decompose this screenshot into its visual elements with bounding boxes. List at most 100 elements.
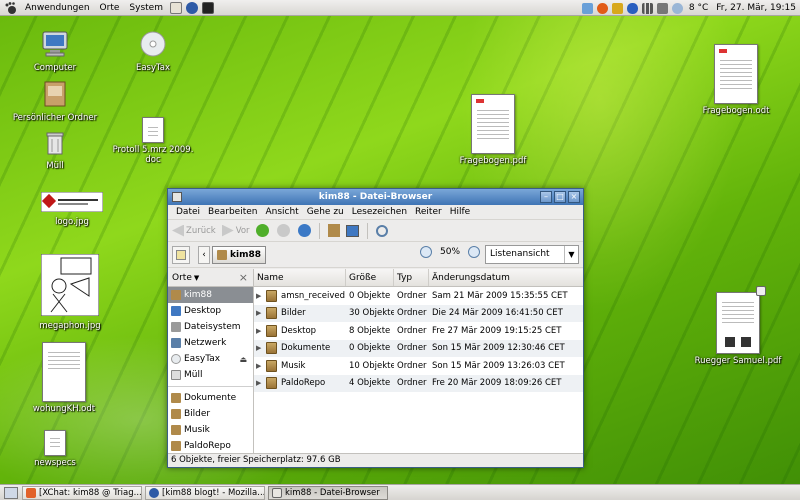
- update-tray-icon[interactable]: [611, 2, 623, 14]
- column-header-type[interactable]: Typ: [394, 269, 429, 286]
- forward-button[interactable]: Vor: [221, 224, 250, 237]
- menu-system[interactable]: System: [124, 0, 168, 16]
- reload-icon[interactable]: [297, 224, 311, 237]
- bluetooth-tray-icon[interactable]: [626, 2, 638, 14]
- desktop-icon-fragebogen-odt[interactable]: Fragebogen.odt: [686, 44, 786, 116]
- up-arrow-icon[interactable]: [255, 224, 269, 237]
- sidebar-item-kim88[interactable]: kim88: [168, 287, 253, 303]
- desktop-icon-easytax[interactable]: EasyTax: [103, 30, 203, 73]
- desktop-icon-megaphon[interactable]: megaphon.jpg: [20, 253, 120, 331]
- table-row[interactable]: ▶ Dokumente 0 Objekte Ordner Son 15 Mär 2…: [254, 339, 583, 357]
- breadcrumb-left-button[interactable]: ‹: [198, 245, 210, 264]
- close-sidebar-icon[interactable]: ×: [239, 271, 248, 284]
- home-folder-icon: [217, 249, 227, 260]
- expander-icon[interactable]: ▶: [256, 344, 264, 352]
- show-desktop-icon[interactable]: [4, 486, 18, 499]
- column-header-size[interactable]: Größe: [346, 269, 394, 286]
- gnome-foot-icon[interactable]: [4, 1, 18, 15]
- column-header-date[interactable]: Änderungsdatum: [429, 269, 581, 286]
- logo-thumbnail-icon: [40, 191, 104, 213]
- clock[interactable]: Fr, 27. Mär, 19:15: [712, 0, 800, 16]
- menu-tabs[interactable]: Reiter: [411, 207, 446, 217]
- table-row[interactable]: ▶ PaldoRepo 4 Objekte Ordner Fre 20 Mär 2…: [254, 374, 583, 392]
- close-button[interactable]: ×: [568, 191, 580, 203]
- sidebar-item-filesystem[interactable]: Dateisystem: [168, 319, 253, 335]
- home-launcher-icon[interactable]: [169, 1, 182, 14]
- desktop-icon-label: megaphon.jpg: [39, 321, 101, 331]
- sidebar-item-network[interactable]: Netzwerk: [168, 335, 253, 351]
- volume-tray-icon[interactable]: [656, 2, 668, 14]
- menu-view[interactable]: Ansicht: [261, 207, 302, 217]
- maximize-button[interactable]: □: [554, 191, 566, 203]
- view-mode-select[interactable]: Listenansicht ▼: [485, 245, 579, 264]
- task-file-browser[interactable]: kim88 - Datei-Browser: [268, 485, 388, 500]
- task-firefox[interactable]: [kim88 blogt! - Mozilla...: [145, 485, 265, 500]
- terminal-launcher-icon[interactable]: [201, 1, 214, 14]
- table-row[interactable]: ▶ Desktop 8 Objekte Ordner Fre 27 Mär 200…: [254, 322, 583, 340]
- desktop-icon-trash[interactable]: Müll: [5, 130, 105, 171]
- table-row[interactable]: ▶ amsn_received 0 Objekte Ordner Sam 21 M…: [254, 287, 583, 305]
- sidebar-item-documents[interactable]: Dokumente: [168, 390, 253, 406]
- status-bar: 6 Objekte, freier Speicherplatz: 97.6 GB: [168, 453, 583, 467]
- weather-icon: [671, 2, 683, 14]
- temperature[interactable]: 8 °C: [685, 0, 712, 16]
- stop-icon[interactable]: [276, 224, 290, 237]
- monitor-tray-icon[interactable]: [581, 2, 593, 14]
- desktop-icon-computer[interactable]: Computer: [5, 30, 105, 73]
- zoom-out-icon[interactable]: [420, 246, 432, 258]
- window-titlebar[interactable]: kim88 - Datei-Browser – □ ×: [168, 189, 583, 205]
- computer-icon[interactable]: [345, 224, 359, 237]
- home-icon[interactable]: [327, 224, 340, 237]
- sidebar-item-pictures[interactable]: Bilder: [168, 406, 253, 422]
- expander-icon[interactable]: ▶: [256, 362, 264, 370]
- odt-thumbnail-icon: [714, 44, 758, 104]
- sidebar-item-label: Netzwerk: [184, 338, 227, 348]
- table-row[interactable]: ▶ Musik 10 Objekte Ordner Son 15 Mär 2009…: [254, 357, 583, 375]
- firefox-launcher-icon[interactable]: [185, 1, 198, 14]
- search-icon[interactable]: [375, 224, 388, 237]
- toggle-location-button[interactable]: [172, 245, 190, 264]
- zoom-in-icon[interactable]: [468, 246, 481, 258]
- desktop-icon-ruegger[interactable]: Ruegger Samuel.pdf: [688, 286, 788, 366]
- chevron-down-icon: ▼: [193, 273, 200, 282]
- minimize-button[interactable]: –: [540, 191, 552, 203]
- eject-icon[interactable]: ⏏: [239, 355, 247, 364]
- sidebar-item-easytax[interactable]: EasyTax ⏏: [168, 351, 253, 367]
- folder-icon: [266, 377, 277, 390]
- toolbar-separator: [318, 222, 320, 239]
- sidebar-item-paldorepo[interactable]: PaldoRepo: [168, 438, 253, 454]
- task-xchat[interactable]: [XChat: kim88 @ Triag...: [22, 485, 142, 500]
- sidebar-item-label: Dateisystem: [184, 322, 241, 332]
- menu-help[interactable]: Hilfe: [446, 207, 474, 217]
- sidebar-item-label: Müll: [184, 370, 203, 380]
- file-size: 0 Objekte: [349, 290, 391, 301]
- sidebar-header[interactable]: Orte ▼ ×: [168, 269, 253, 287]
- desktop-icon-wohung[interactable]: wohungKH.odt: [14, 342, 114, 414]
- expander-icon[interactable]: ▶: [256, 327, 264, 335]
- desktop-icon-protocol[interactable]: Protoll 5.mrz 2009. doc: [103, 117, 203, 165]
- desktop-icon-fragebogen-pdf[interactable]: Fragebogen.pdf: [443, 94, 543, 166]
- breadcrumb-kim88[interactable]: kim88: [212, 245, 266, 264]
- expander-icon[interactable]: ▶: [256, 379, 264, 387]
- sidebar-item-desktop[interactable]: Desktop: [168, 303, 253, 319]
- back-button[interactable]: Zurück: [172, 224, 216, 237]
- desktop-icon-logo[interactable]: logo.jpg: [22, 191, 122, 227]
- file-size: 4 Objekte: [349, 378, 391, 389]
- menu-bookmarks[interactable]: Lesezeichen: [348, 207, 411, 217]
- menu-edit[interactable]: Bearbeiten: [204, 207, 261, 217]
- expander-icon[interactable]: ▶: [256, 292, 264, 300]
- sidebar-item-music[interactable]: Musik: [168, 422, 253, 438]
- table-row[interactable]: ▶ Bilder 30 Objekte Ordner Die 24 Mär 200…: [254, 304, 583, 322]
- desktop-icon-home[interactable]: Persönlicher Ordner: [5, 80, 105, 123]
- network-tray-icon[interactable]: [641, 2, 653, 14]
- menu-file[interactable]: Datei: [172, 207, 204, 217]
- desktop-icon-newspecs[interactable]: newspecs: [5, 430, 105, 468]
- expander-icon[interactable]: ▶: [256, 309, 264, 317]
- menu-places[interactable]: Orte: [95, 0, 125, 16]
- column-header-name[interactable]: Name: [254, 269, 346, 286]
- zoom-level[interactable]: 50%: [440, 247, 460, 257]
- menu-go[interactable]: Gehe zu: [303, 207, 348, 217]
- error-tray-icon[interactable]: [596, 2, 608, 14]
- menu-applications[interactable]: Anwendungen: [20, 0, 95, 16]
- sidebar-item-trash[interactable]: Müll: [168, 367, 253, 383]
